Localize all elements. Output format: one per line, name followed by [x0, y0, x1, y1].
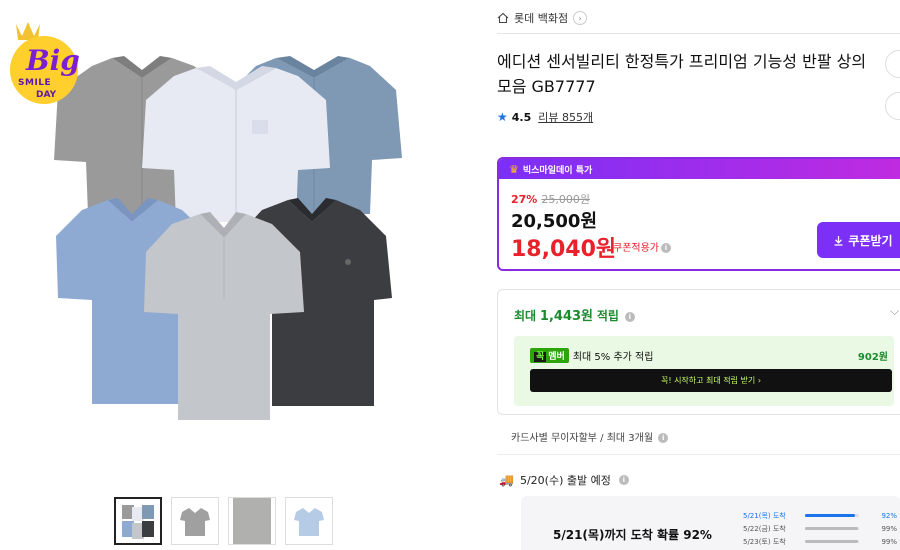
promo-header-label: 빅스마일데이 특가	[522, 165, 593, 176]
shipping-row: 🚚 5/20(수) 출발 예정 i	[499, 472, 629, 488]
thumb-gray-shirt-icon	[180, 508, 210, 536]
review-link[interactable]: 리뷰 855개	[538, 109, 593, 125]
member-signup-button[interactable]: 꼭! 시작하고 최대 적립 받기 ›	[530, 369, 892, 392]
member-amount: 902원	[857, 352, 888, 363]
arrival-probability-fill	[805, 527, 859, 530]
download-icon	[834, 235, 843, 246]
thumbnail-4[interactable]	[285, 497, 333, 545]
thumbnail-1[interactable]	[114, 497, 162, 545]
coupon-download-button[interactable]: 쿠폰받기	[817, 222, 900, 258]
star-icon: ★	[497, 110, 508, 124]
home-icon	[497, 12, 509, 24]
image-gallery: Big SMILE DAY	[0, 0, 470, 550]
info-icon[interactable]: i	[624, 311, 635, 322]
badge-smile-text: SMILE	[18, 78, 52, 88]
installment-text: 카드사별 무이자할부 / 최대 3개월	[511, 433, 654, 444]
chevron-right-icon: ›	[573, 11, 588, 25]
thumbnail-list	[114, 497, 333, 545]
promo-header: ♛ 빅스마일데이 특가	[499, 159, 900, 179]
thumbnail-3[interactable]	[228, 497, 276, 545]
arrival-percent: 99%	[881, 524, 897, 533]
divider	[497, 454, 900, 455]
discount-row: 27% 25,000원	[511, 191, 590, 207]
points-title: 최대 1,443원 적립 i	[514, 305, 635, 324]
product-title: 에디션 센서빌리티 한정특가 프리미엄 기능성 반팔 상의 모음 GB7777	[497, 52, 867, 96]
arrival-probability-bar	[805, 527, 859, 530]
points-prefix: 최대	[514, 309, 537, 323]
thumb-fabric-detail-icon	[233, 498, 271, 544]
coupon-price: 18,040원	[511, 237, 617, 262]
product-info-panel: 롯데 백화점 › 에디션 센서빌리티 한정특가 프리미엄 기능성 반팔 상의 모…	[497, 0, 900, 550]
info-icon[interactable]: i	[618, 475, 629, 485]
product-main-image[interactable]: Big SMILE DAY	[0, 0, 470, 490]
share-button[interactable]	[885, 50, 900, 78]
coupon-button-label: 쿠폰받기	[848, 233, 893, 248]
thumb-all-colors-icon	[122, 505, 154, 539]
member-badge-k: 꼭	[534, 352, 547, 362]
thumbnail-2[interactable]	[171, 497, 219, 545]
promo-price-box: ♛ 빅스마일데이 특가 27% 25,000원 20,500원 18,040원 쿠…	[497, 157, 900, 271]
departure-text: 5/20(수) 출발 예정	[519, 474, 611, 487]
points-amount: 1,443원	[539, 309, 594, 324]
arrival-row: 5/23(토) 도착 99%	[743, 535, 900, 548]
rating-row: ★ 4.5 리뷰 855개	[497, 109, 593, 125]
arrival-percent: 92%	[881, 511, 897, 520]
member-benefit-text: 최대 5% 추가 적립	[572, 352, 654, 363]
arrival-probability-bar	[805, 540, 859, 543]
crown-icon: ♛	[509, 162, 519, 176]
arrival-row: 5/22(금) 도착 99%	[743, 522, 900, 535]
member-benefit-line: 꼭 멤버 최대 5% 추가 적립	[530, 348, 653, 363]
coupon-label-text: 쿠폰적용가	[613, 243, 659, 254]
wishlist-button[interactable]	[885, 92, 900, 120]
sale-price: 20,500원	[511, 211, 598, 232]
arrival-date: 5/22(금) 도착	[743, 524, 786, 533]
arrival-row: 5/21(목) 도착 92%	[743, 509, 900, 522]
info-icon[interactable]: i	[658, 433, 669, 443]
original-price: 25,000원	[541, 193, 590, 206]
arrival-percent: 99%	[881, 537, 897, 546]
member-benefit-box: 꼭 멤버 최대 5% 추가 적립 902원 꼭! 시작하고 최대 적립 받기 ›	[514, 336, 894, 406]
chevron-down-icon[interactable]: ⌵	[890, 304, 899, 319]
arrival-estimate-box: 5/21(목)까지 도착 확률 92% 5/21(목) 도착 92% 5/22(금)…	[521, 496, 900, 550]
points-section: 최대 1,443원 적립 i ⌵ 꼭 멤버 최대 5% 추가 적립 902원 꼭!…	[497, 289, 900, 415]
thumb-blue-shirt-icon	[294, 508, 324, 536]
badge-big-text: Big	[26, 44, 80, 77]
coupon-price-label: 쿠폰적용가 i	[613, 239, 671, 254]
arrival-probability-bar	[805, 514, 859, 517]
store-link[interactable]: 롯데 백화점 ›	[497, 10, 588, 26]
badge-day-text: DAY	[36, 90, 57, 100]
arrival-date: 5/23(토) 도착	[743, 537, 786, 546]
discount-percent: 27%	[511, 193, 538, 206]
arrival-probability-fill	[805, 514, 855, 517]
points-suffix: 적립	[596, 309, 619, 323]
member-badge-label: 멤버	[548, 352, 565, 362]
arrival-probability-fill	[805, 540, 859, 543]
arrival-main-text: 5/21(목)까지 도착 확률 92%	[553, 528, 712, 542]
arrival-probability-list: 5/21(목) 도착 92% 5/22(금) 도착 99% 5/23(토) 도착 99%	[743, 509, 900, 548]
big-smile-day-badge: Big SMILE DAY	[4, 14, 84, 106]
arrival-date: 5/21(목) 도착	[743, 511, 786, 520]
store-name: 롯데 백화점	[514, 12, 569, 25]
rating-score: 4.5	[511, 110, 532, 124]
truck-icon: 🚚	[499, 473, 514, 487]
divider	[497, 33, 900, 34]
info-icon[interactable]: i	[661, 243, 671, 253]
member-badge: 꼭 멤버	[530, 348, 569, 363]
installment-info: 카드사별 무이자할부 / 최대 3개월 i	[511, 429, 669, 444]
